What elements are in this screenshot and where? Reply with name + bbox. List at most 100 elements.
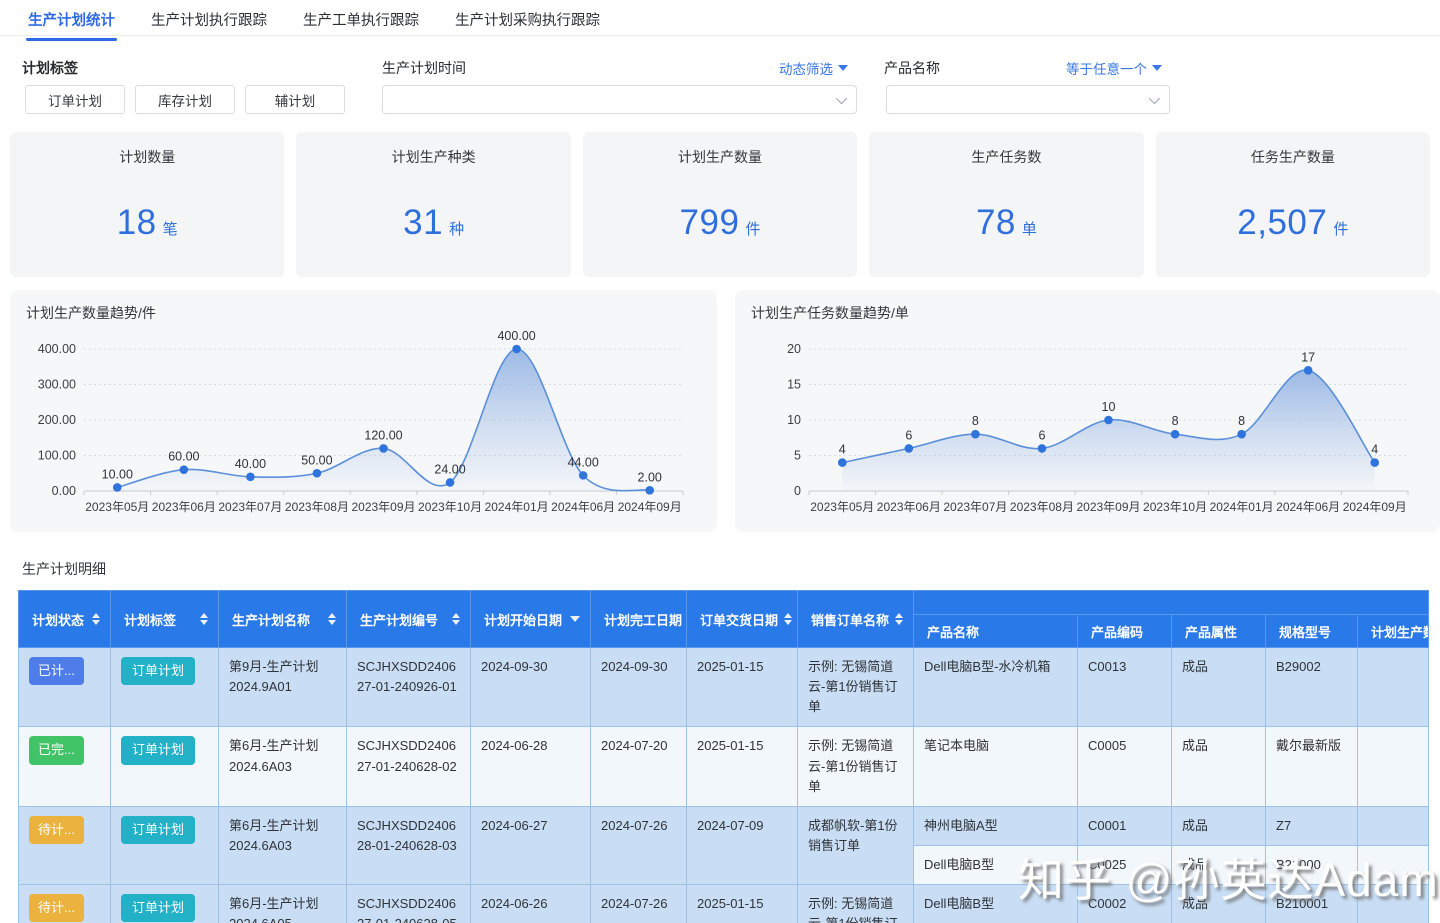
product-column-header[interactable]: 产品名称 [913, 614, 1078, 648]
product-code-cell: C0013 [1077, 646, 1172, 728]
product-spec-cell: B210001 [1265, 884, 1358, 923]
caret-down-icon [838, 65, 848, 71]
plan-no-cell: SCJHXSDD240627-01-240628-02 [346, 726, 471, 807]
column-header[interactable]: 计划完工日期 [590, 590, 687, 648]
product-column-header[interactable]: 产品编码 [1077, 614, 1172, 648]
svg-text:8: 8 [972, 414, 979, 428]
start-date-cell: 2024-06-27 [470, 805, 591, 886]
plan-status-cell: 已完... [18, 726, 111, 807]
svg-text:10.00: 10.00 [102, 467, 133, 481]
svg-text:2023年07月: 2023年07月 [218, 500, 282, 514]
chart-title: 计划生产任务数量趋势/单 [751, 305, 909, 321]
production-plan-dashboard: 生产计划统计 生产计划执行跟踪 生产工单执行跟踪 生产计划采购执行跟踪 计划标签… [0, 0, 1440, 923]
stat-card-unit: 件 [745, 221, 761, 238]
plan-detail-table-wrap: 计划状态 计划标签 生产计划名称 生产计划编号 计划开始日期 计划完工日期 订单交货日期 销售… [18, 590, 1430, 923]
sort-both-icon[interactable] [92, 613, 100, 625]
plan-qty-cell [1356, 726, 1430, 807]
chevron-down-icon [1148, 92, 1161, 104]
svg-text:2023年07月: 2023年07月 [943, 500, 1007, 514]
column-header[interactable]: 计划开始日期 [470, 590, 591, 648]
svg-text:2024年01月: 2024年01月 [485, 500, 549, 514]
caret-down-icon [1152, 65, 1162, 71]
svg-text:10: 10 [1102, 400, 1116, 414]
column-header-label: 计划状态 [32, 612, 85, 628]
plan-tag-button-order[interactable]: 订单计划 [25, 85, 125, 114]
column-header[interactable]: 生产计划编号 [346, 590, 471, 648]
table-row[interactable]: 待计... 订单计划 第6月-生产计划 2024.6A03 SCJHXSDD24062… [18, 805, 1430, 886]
column-header[interactable]: 计划状态 [18, 590, 111, 648]
product-spec-cell: 戴尔最新版 [1265, 726, 1358, 807]
stat-card-title: 计划数量 [119, 149, 176, 165]
plan-tag-button-aux[interactable]: 辅计划 [245, 85, 345, 114]
column-header[interactable]: 计划标签 [110, 590, 219, 648]
sort-both-icon[interactable] [452, 613, 460, 625]
table-row[interactable]: 待计... 订单计划第6月-生产计划 2024.6A05SCJHXSDD24062… [18, 884, 1430, 923]
stat-card-value: 799 [679, 203, 740, 242]
plan-tag-cell: 订单计划 [110, 884, 219, 923]
plan-time-select[interactable] [382, 85, 857, 114]
svg-text:120.00: 120.00 [364, 428, 402, 442]
svg-text:50.00: 50.00 [301, 453, 332, 467]
plan-time-label: 生产计划时间 [382, 60, 466, 76]
svg-text:100.00: 100.00 [38, 449, 76, 463]
task-qty-trend-panel: 计划生产任务数量趋势/单 0 5 10 15 20 4 6 8 6 10 8 8 17 4 2023年05月… [735, 290, 1440, 532]
task-qty-trend-chart: 051015204686108 81742023年05月 2023年06月 2023年… [787, 342, 1409, 514]
table-row[interactable]: 已计... 订单计划 第9月-生产计划 2024.9A01 SCJHXSDD24062… [18, 646, 1430, 728]
product-column-header[interactable]: 产品属性 [1171, 614, 1266, 648]
start-date-cell: 2024-06-26 [470, 884, 591, 923]
dynamic-filter-link[interactable]: 动态筛选 [779, 58, 848, 78]
product-spec-cell: B21000 [1265, 844, 1358, 886]
svg-text:2023年10月: 2023年10月 [418, 500, 482, 514]
sort-both-icon[interactable] [328, 613, 336, 625]
tab-workorder-execution-tracking[interactable]: 生产工单执行跟踪 [301, 0, 421, 40]
stat-card-unit: 笔 [162, 221, 178, 238]
sort-both-icon[interactable] [784, 613, 793, 625]
svg-text:6: 6 [905, 428, 912, 442]
column-header[interactable]: 销售订单名称 [797, 590, 914, 648]
svg-text:10: 10 [787, 413, 801, 427]
svg-text:2024年01月: 2024年01月 [1210, 500, 1274, 514]
svg-text:2023年09月: 2023年09月 [351, 500, 415, 514]
status-badge: 已完... [29, 736, 84, 765]
dynamic-filter-link-text: 动态筛选 [779, 62, 833, 77]
stat-card-unit: 件 [1333, 221, 1349, 238]
sort-both-icon[interactable] [200, 613, 208, 625]
stat-cards-row: 计划数量 18 笔 计划生产种类 31 种 计划生产数量 799 件 生产任务数 78… [10, 132, 1431, 277]
plan-qty-cell [1356, 805, 1430, 846]
product-column-header[interactable]: 计划生产数量 [1356, 614, 1430, 648]
column-header-label: 销售订单名称 [811, 612, 890, 628]
plan-tag-cell: 订单计划 [110, 726, 219, 807]
svg-text:2023年08月: 2023年08月 [285, 500, 349, 514]
svg-text:0: 0 [794, 484, 801, 498]
equals-any-link[interactable]: 等于任意一个 [1066, 58, 1162, 78]
column-header[interactable]: 生产计划名称 [218, 590, 347, 648]
stat-card-plan-count: 计划数量 18 笔 [10, 132, 285, 277]
tab-plan-statistics[interactable]: 生产计划统计 [26, 0, 117, 41]
sales-order-cell: 示例: 无锡简道云-第1份销售订单 [797, 646, 914, 728]
plan-tag-button-stock[interactable]: 库存计划 [135, 85, 235, 114]
svg-text:2023年06月: 2023年06月 [152, 500, 216, 514]
svg-text:2023年08月: 2023年08月 [1010, 500, 1074, 514]
product-attr-cell: 成品 [1171, 884, 1266, 923]
column-header[interactable]: 订单交货日期 [686, 590, 798, 648]
plan-name-cell: 第6月-生产计划 2024.6A03 [218, 726, 347, 807]
plan-name-cell: 第9月-生产计划 2024.9A01 [218, 646, 347, 728]
stat-card-unit: 种 [449, 221, 465, 238]
table-row[interactable]: 已完... 订单计划 第6月-生产计划 2024.6A03 SCJHXSDD24062… [18, 726, 1430, 807]
plan-tag-badge: 订单计划 [121, 736, 196, 765]
column-header-label: 计划开始日期 [484, 612, 563, 628]
tab-plan-purchase-tracking[interactable]: 生产计划采购执行跟踪 [453, 0, 602, 40]
svg-text:44.00: 44.00 [568, 455, 599, 469]
product-attr-cell: 成品 [1171, 844, 1266, 886]
sort-both-icon[interactable] [895, 613, 904, 625]
product-column-header[interactable]: 规格型号 [1265, 614, 1358, 648]
svg-text:24.00: 24.00 [434, 462, 465, 476]
product-attr-cell: 成品 [1171, 726, 1266, 807]
plan-name-cell: 第6月-生产计划 2024.6A05 [218, 884, 347, 923]
plan-tag-badge: 订单计划 [121, 894, 196, 923]
product-name-select[interactable] [886, 85, 1170, 114]
tab-plan-execution-tracking[interactable]: 生产计划执行跟踪 [149, 0, 269, 40]
plan-qty-trend-panel: 计划生产数量趋势/件 0.00 100.00 200.00 300.00 400.00 1… [10, 290, 717, 532]
plan-status-cell: 已计... [18, 646, 111, 728]
sort-desc-icon[interactable] [570, 616, 580, 622]
